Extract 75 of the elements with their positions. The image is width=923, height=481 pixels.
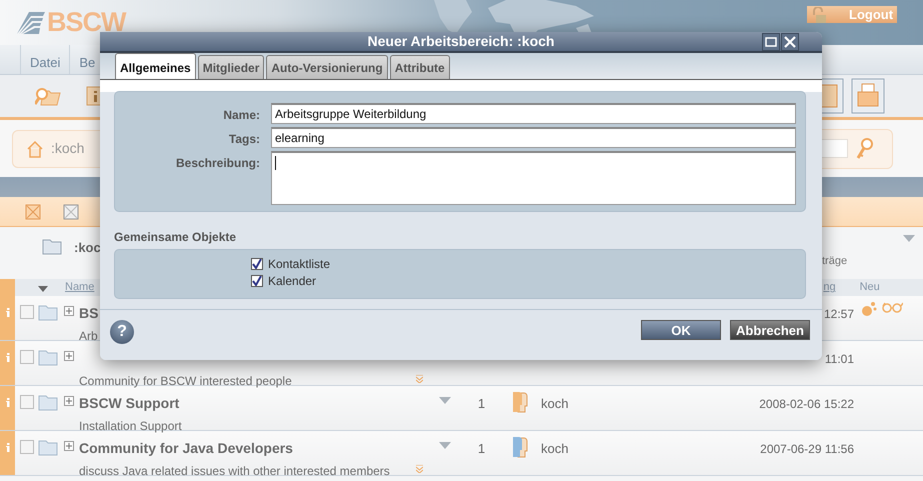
folder-icon [42,237,62,255]
row-checkbox[interactable] [20,350,34,364]
section-heading: Gemeinsame Objekte [114,229,238,246]
row-checkbox[interactable] [20,440,34,454]
input-field[interactable]: Arbeitsgruppe Weiterbildung [271,103,796,124]
modified-date: 11:01 [824,352,854,366]
folder-description: Community for BSCW interested people [79,373,292,390]
column-header[interactable]: Name [65,279,94,296]
folder-name[interactable]: BS [79,303,98,323]
dialog-title: Neuer Arbeitsbereich: :koch [368,32,554,51]
owner-name[interactable]: koch [541,441,568,456]
maximize-button[interactable] [762,33,780,51]
close-button[interactable] [781,33,799,51]
expand-marker-icon[interactable] [416,375,423,383]
input-field[interactable]: elearning [271,127,796,148]
text-cursor [275,156,276,170]
inbox-icon[interactable] [851,78,885,114]
expand-icon[interactable] [64,306,74,316]
key-icon[interactable] [856,138,874,160]
member-count: 1 [478,396,486,411]
tab[interactable]: Allgemeines [115,53,196,79]
field-label: Beschreibung: [174,155,260,172]
cancel-button[interactable]: Abbrechen [730,320,810,340]
sort-arrow-icon[interactable] [38,286,48,292]
search-folder-icon[interactable] [35,85,61,107]
tab[interactable]: Auto-Versionierung [266,55,388,79]
tab[interactable]: Mitglieder [198,55,264,79]
checkbox[interactable] [251,258,263,270]
folder-icon [38,350,58,366]
field-label: Tags: [228,131,260,148]
ok-button[interactable]: OK [641,320,721,340]
expand-marker-icon[interactable] [416,465,423,473]
folder-icon [38,395,58,411]
folder-description: Installation Support [79,418,182,435]
select-all-icon[interactable] [25,204,41,220]
folder-name[interactable]: BSCW Support [79,393,180,413]
text-area[interactable] [271,151,796,205]
tab[interactable]: Attribute [390,55,450,79]
help-button[interactable]: ? [110,320,134,344]
breadcrumb-link[interactable]: :koch [51,138,84,159]
column-header[interactable]: Neu [860,279,880,296]
modified-date: 12:57 [824,307,854,321]
modified-date: 2008-02-06 15:22 [759,397,854,411]
folder-info: träge [822,254,848,269]
logo-text: BSCW [47,6,126,40]
row-checkbox[interactable] [20,305,34,319]
logo-icon [15,10,45,36]
glasses-icon [881,301,903,313]
expand-icon[interactable] [64,396,74,406]
member-count: 1 [478,441,486,456]
folder-icon [38,440,58,456]
folder-title: :koc [74,239,101,257]
deselect-icon[interactable] [63,204,79,220]
folder-description: Arb [79,328,98,345]
checkbox-label: Kalender [268,272,316,290]
padlock-icon [811,6,827,22]
checkbox[interactable] [251,274,263,286]
dropdown-arrow-icon[interactable] [439,397,451,404]
column-header[interactable]: ng [823,279,836,296]
user-group-icon [510,391,528,413]
expand-icon[interactable] [64,351,74,361]
modified-date: 2007-06-29 11:56 [760,442,854,456]
home-icon [27,140,43,158]
expand-icon[interactable] [64,441,74,451]
checkbox-label: Kontaktliste [268,256,330,272]
menu-item[interactable]: Datei [20,45,70,74]
owner-name[interactable]: koch [541,396,568,411]
row-checkbox[interactable] [20,395,34,409]
folder-description: discuss Java related issues with other interested members [79,463,390,480]
folder-icon [38,305,58,321]
dropdown-arrow-icon[interactable] [439,442,451,449]
folder-name[interactable]: Community for Java Developers [79,438,293,458]
dropdown-arrow-icon[interactable] [903,235,915,243]
user-group-icon [510,436,528,458]
field-label: Name: [222,107,260,124]
